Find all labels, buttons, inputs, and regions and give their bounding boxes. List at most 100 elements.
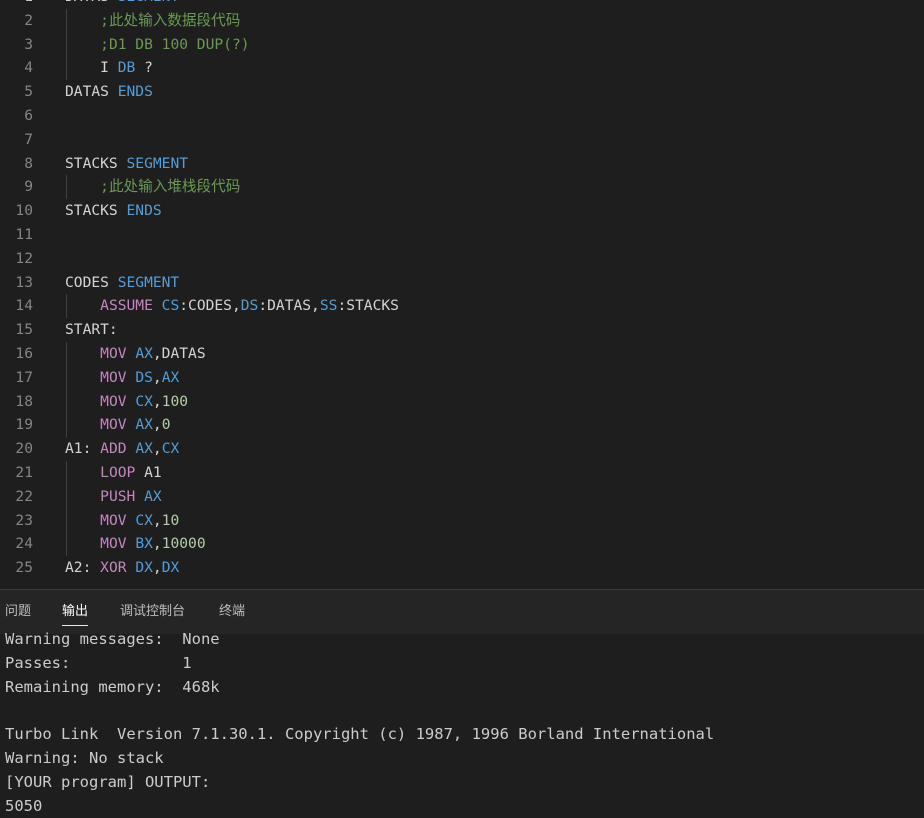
code-token: ENDS [117,83,153,101]
code-token: :CODES, [179,297,241,315]
code-token: ENDS [126,202,162,220]
code-text: MOV BX,10000 [65,532,205,556]
output-line: Warning messages: None [5,630,220,648]
code-token: STACKS [65,202,127,220]
code-line[interactable]: 22 PUSH AX [0,484,924,509]
line-number: 8 [24,154,33,172]
code-token: AX [161,368,180,386]
code-line[interactable]: 23 MOV CX,10 [0,508,924,533]
line-number: 6 [24,106,33,124]
output-line: Passes: 1 [5,653,192,672]
code-token: AX [135,440,153,458]
code-text: DATAS ENDS [65,80,153,104]
code-token: CS [161,297,180,315]
code-text: MOV CX,10 [65,509,179,533]
code-token: A1 [144,463,162,481]
code-token: , [152,559,162,577]
code-line[interactable]: 20 A1: ADD AX,CX [0,437,924,461]
code-line[interactable]: 6 [0,104,924,128]
code-line[interactable]: 8 STACKS SEGMENT [0,152,924,176]
code-token: DX [161,559,180,577]
tab-terminal[interactable]: 终端 [219,603,245,625]
code-token: 10 [161,511,180,529]
line-number: 9 [24,178,33,196]
line-number: 4 [24,59,33,77]
code-line[interactable]: 25 A2: XOR DX,DX [0,556,924,580]
tab-debug-console[interactable]: 调试控制台 [120,603,185,625]
code-token: SEGMENT [118,0,180,5]
code-line[interactable]: 9 ;此处输入堆栈段代码 [0,175,924,200]
code-token: BX [135,535,153,553]
output-log: Warning messages: None Passes: 1 Remaini… [5,628,920,818]
code-line[interactable]: 7 [0,128,924,152]
code-line[interactable]: 4 I DB ? [0,56,924,81]
code-token: ;D1 DB 100 DUP(?) [100,35,250,53]
code-token: CX [135,511,153,529]
code-token: 100 [161,392,189,410]
code-line[interactable]: 1 DATAS SEGMENT [0,0,924,9]
code-line[interactable]: 2 ;此处输入数据段代码 [0,8,924,33]
code-editor[interactable]: 1DATAS SEGMENT2 ;此处输入数据段代码3 ;D1 DB 100 D… [0,0,924,589]
code-token: ;此处输入数据段代码 [100,11,241,29]
output-line: Turbo Link Version 7.1.30.1. Copyright (… [5,725,715,744]
tab-output[interactable]: 输出 [62,603,89,626]
code-token: PUSH [100,487,145,505]
code-text: A1: ADD AX,CX [65,437,179,461]
code-token: , [152,511,162,529]
line-number: 3 [24,35,33,53]
line-number: 15 [15,321,33,339]
code-token: MOV [100,416,136,434]
code-token: , [152,416,162,434]
code-line[interactable]: 12 [0,247,924,271]
code-token: , [152,392,162,410]
code-token: I [100,59,118,77]
code-line[interactable]: 19 MOV AX,0 [0,413,924,438]
code-line[interactable]: 16 MOV AX,DATAS [0,341,924,366]
code-line[interactable]: 13 CODES SEGMENT [0,271,924,295]
code-text: I DB ? [65,56,153,80]
code-token: DS [135,368,153,386]
code-token: , [152,368,162,386]
code-token: ? [135,59,153,77]
code-token: :STACKS [337,297,399,315]
code-token: AX [144,487,162,505]
code-line[interactable]: 18 MOV CX,100 [0,389,924,414]
code-line[interactable]: 21 LOOP A1 [0,460,924,485]
code-text: MOV CX,100 [65,390,188,414]
line-number: 12 [15,249,33,267]
line-number: 19 [15,416,33,434]
code-text: PUSH AX [65,485,162,509]
output-line: Remaining memory: 468k [5,677,220,696]
code-text: MOV AX,0 [65,413,170,437]
code-token: XOR [100,559,136,577]
code-line[interactable]: 3 ;D1 DB 100 DUP(?) [0,32,924,57]
code-token: DS [240,297,259,315]
code-line[interactable]: 15 START: [0,318,924,342]
code-text: MOV AX,DATAS [65,342,205,366]
tab-problems[interactable]: 问题 [5,603,31,625]
code-text: STACKS ENDS [65,199,162,223]
line-number: 20 [15,440,33,458]
code-token: MOV [100,392,136,410]
code-token: 0 [161,416,171,434]
line-number: 16 [15,344,33,362]
code-line[interactable]: 17 MOV DS,AX [0,365,924,390]
code-line[interactable]: 14 ASSUME CS:CODES,DS:DATAS,SS:STACKS [0,294,924,319]
code-text: A2: XOR DX,DX [65,556,179,580]
code-token: CX [135,392,153,410]
code-text: LOOP A1 [65,461,162,485]
code-line[interactable]: 11 [0,223,924,247]
code-line[interactable]: 5 DATAS ENDS [0,80,924,104]
code-token: , [152,440,162,458]
code-token: A1: [65,440,101,458]
code-line[interactable]: 24 MOV BX,10000 [0,532,924,557]
line-number: 24 [15,535,33,553]
code-line[interactable]: 10 STACKS ENDS [0,199,924,223]
code-token: MOV [100,535,136,553]
line-number: 5 [24,83,33,101]
line-number: 10 [15,202,33,220]
code-token: START: [65,321,118,339]
code-token: MOV [100,368,136,386]
code-token: AX [135,344,153,362]
